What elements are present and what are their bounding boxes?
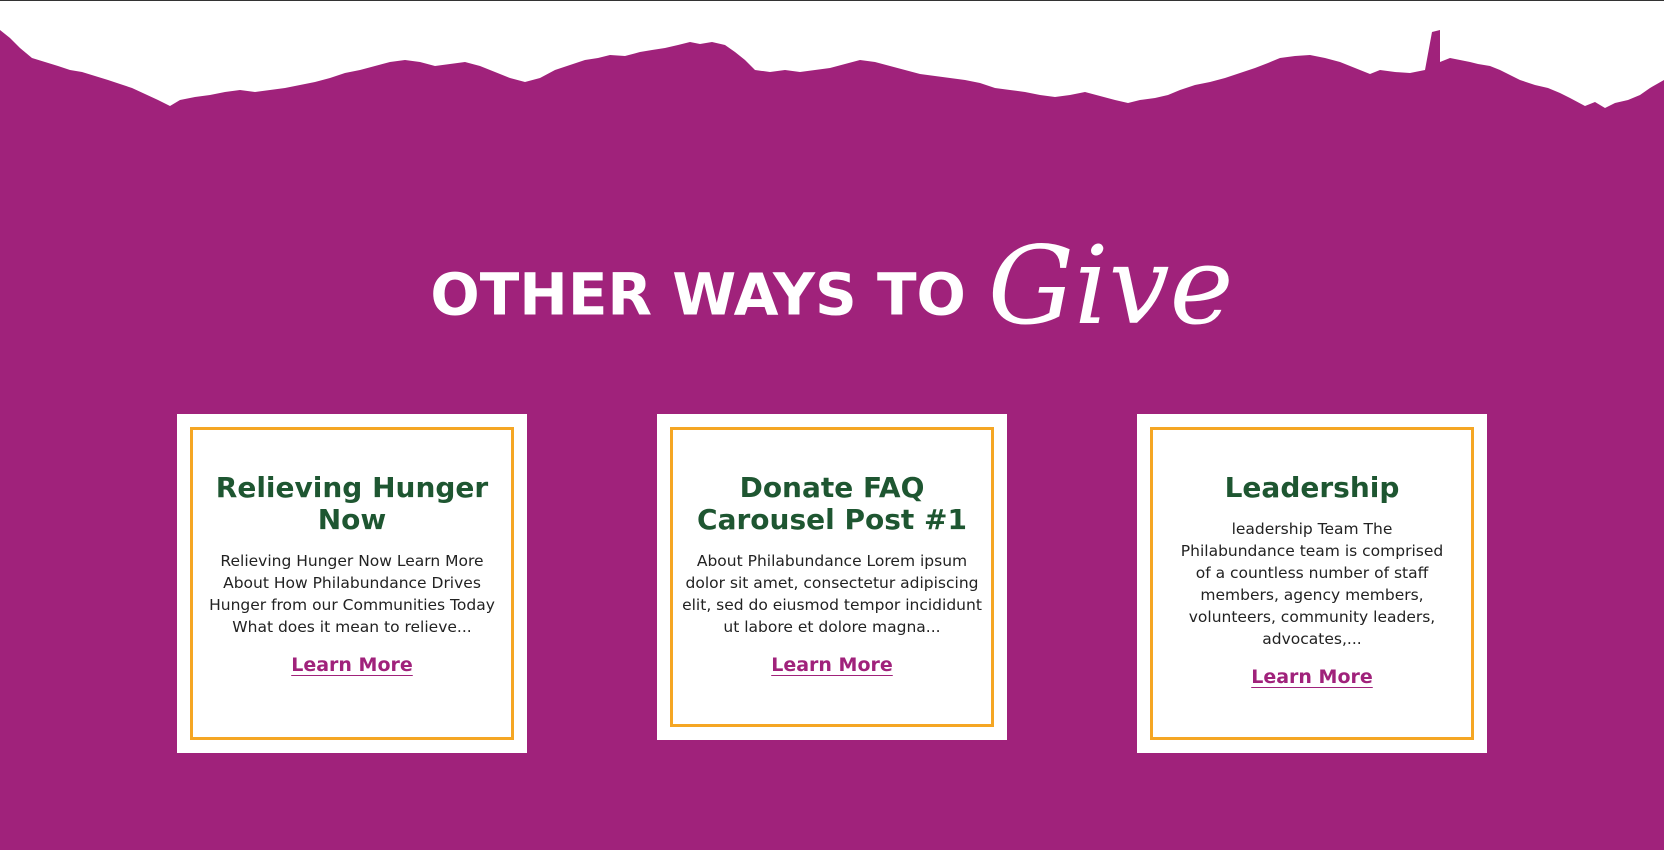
heading-main-text: OTHER WAYS TO [430, 260, 966, 329]
card-title: Relieving Hunger Now [215, 471, 489, 536]
card-excerpt: About Philabundance Lorem ipsum dolor si… [682, 552, 982, 636]
card-title: Leadership [1224, 471, 1400, 504]
card-frame: Leadership leadership Team The Philabund… [1150, 427, 1474, 740]
learn-more-link[interactable]: Learn More [771, 654, 893, 676]
card-excerpt: Relieving Hunger Now Learn More About Ho… [209, 552, 495, 636]
heading-script-text: Give [987, 224, 1234, 349]
card-title: Donate FAQ Carousel Post #1 [697, 471, 967, 536]
card-relieving-hunger: Relieving Hunger Now Relieving Hunger No… [177, 414, 527, 753]
card-frame: Relieving Hunger Now Relieving Hunger No… [190, 427, 514, 740]
learn-more-link[interactable]: Learn More [291, 654, 413, 676]
card-leadership: Leadership leadership Team The Philabund… [1137, 414, 1487, 753]
torn-paper-edge [0, 1, 1664, 108]
card-excerpt: leadership Team The Philabundance team i… [1180, 520, 1444, 648]
section-heading: OTHER WAYS TO Give [0, 224, 1664, 357]
learn-more-link[interactable]: Learn More [1251, 666, 1373, 688]
card-donate-faq: Donate FAQ Carousel Post #1 About Philab… [657, 414, 1007, 740]
card-frame: Donate FAQ Carousel Post #1 About Philab… [670, 427, 994, 727]
